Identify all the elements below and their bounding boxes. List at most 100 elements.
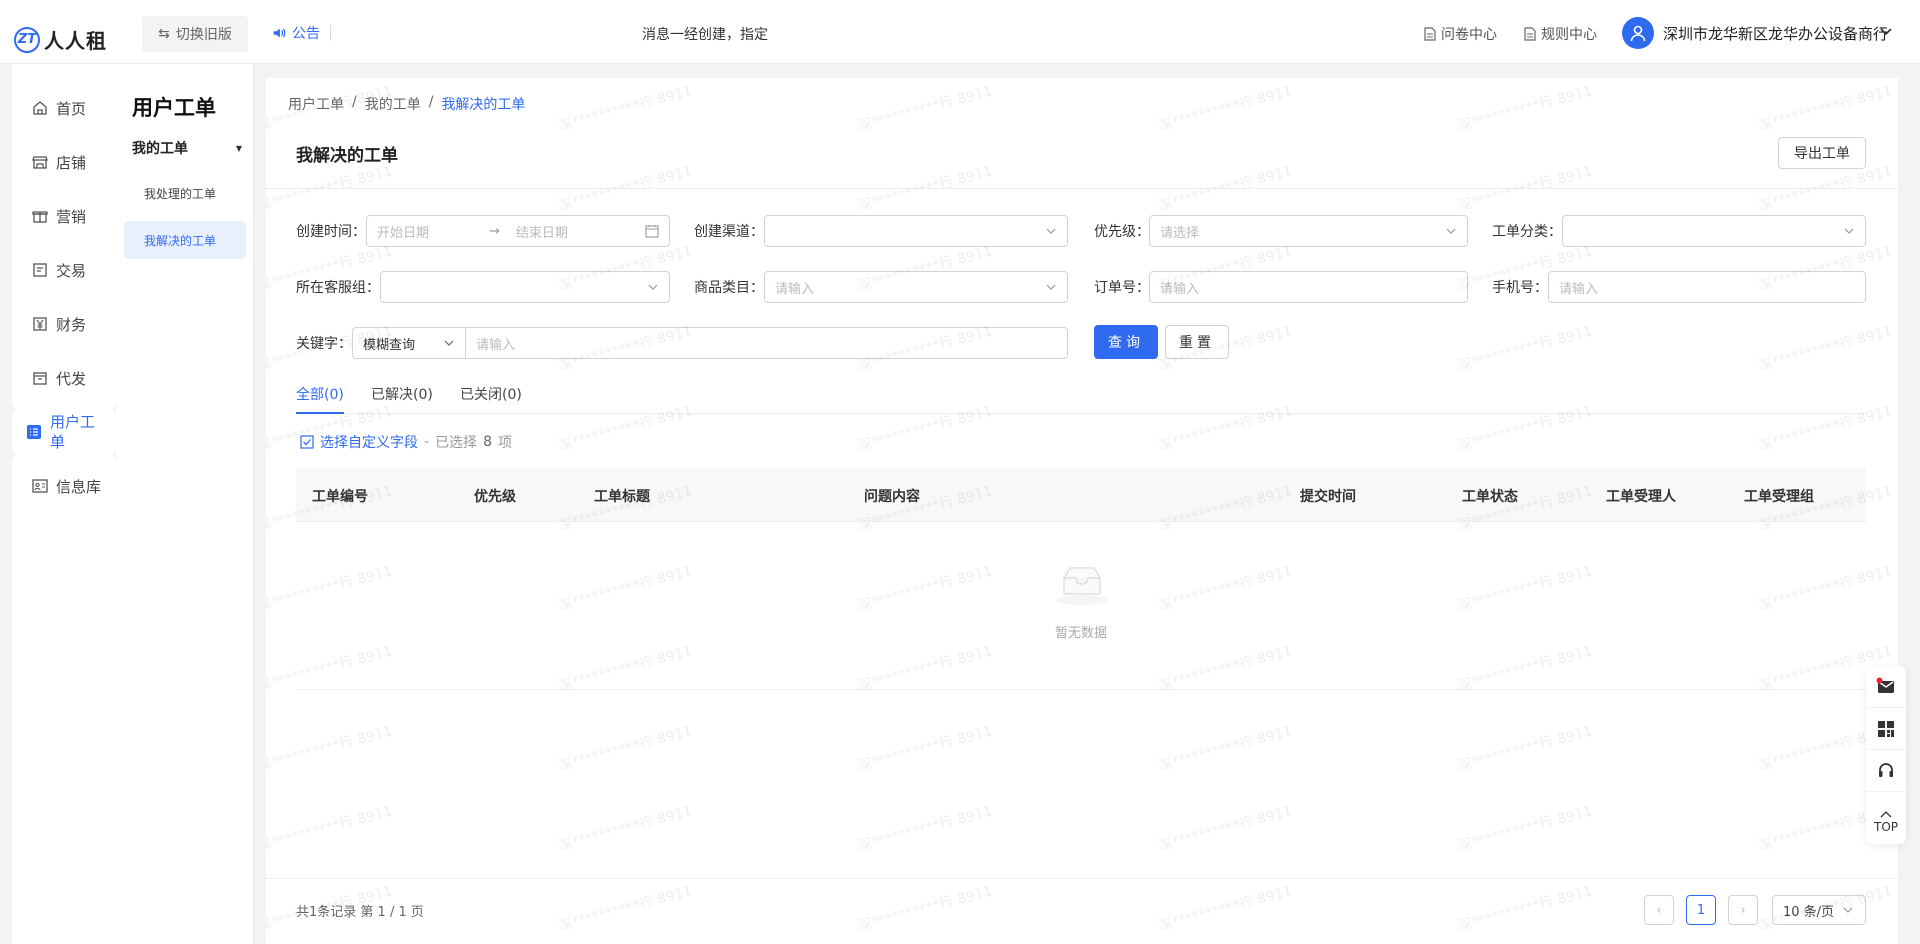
next-page-button[interactable]: › (1728, 895, 1758, 925)
chevron-down-icon (444, 340, 454, 346)
notice-button[interactable]: 公告 (272, 23, 320, 43)
custom-field-selector: 选择自定义字段 - 已选择 8 项 (300, 432, 512, 452)
category-select[interactable] (1562, 215, 1866, 247)
custom-field-sep: - (424, 434, 430, 450)
order-number-placeholder: 请输入 (1160, 281, 1200, 297)
sidebar-item-dropship[interactable]: 代发 (12, 358, 116, 398)
page-size-value: 10 条/页 (1783, 904, 1835, 920)
query-button[interactable]: 查询 (1094, 325, 1158, 359)
keyword-input[interactable]: 请输入 (465, 327, 1068, 359)
breadcrumb-item[interactable]: 用户工单 (288, 94, 344, 114)
pagination-total: 共1条记录 第 1 / 1 页 (296, 905, 424, 920)
column-priority: 优先级 (474, 489, 516, 505)
tab-resolved[interactable]: 已解决(0) (371, 384, 433, 414)
column-content: 问题内容 (864, 489, 920, 505)
avatar[interactable] (1622, 17, 1654, 49)
sidebar-item-store[interactable]: 店铺 (12, 142, 116, 182)
custom-field-link[interactable]: 选择自定义字段 (320, 432, 418, 452)
subnav-group-label: 我的工单 (132, 141, 188, 157)
subnav-item-resolved[interactable]: 我解决的工单 (124, 221, 246, 259)
service-group-label: 所在客服组： (296, 280, 380, 296)
status-tabs: 全部(0) 已解决(0) 已关闭(0) (296, 378, 1866, 414)
tab-closed[interactable]: 已关闭(0) (460, 384, 522, 414)
sidebar-item-label: 代发 (56, 369, 87, 388)
sidebar-item-user-tickets[interactable]: 用户工单 (12, 409, 116, 455)
goods-category-placeholder: 请输入 (775, 281, 815, 297)
breadcrumb-current: 我解决的工单 (441, 97, 526, 113)
order-number-input[interactable]: 请输入 (1149, 271, 1468, 303)
breadcrumb-sep: / (352, 94, 357, 110)
switch-version-button[interactable]: ⇆ 切换旧版 (142, 16, 248, 52)
page-size-select[interactable]: 10 条/页 (1772, 895, 1866, 925)
arrow-right-icon: → (489, 223, 500, 239)
column-title: 工单标题 (594, 489, 650, 505)
calendar-icon (645, 225, 659, 238)
logo-mark: ZT (14, 26, 40, 53)
sidebar-panel-bottom (12, 454, 116, 944)
phone-placeholder: 请输入 (1559, 281, 1599, 297)
finance-icon (33, 317, 47, 331)
sidebar-item-trade[interactable]: 交易 (12, 250, 116, 290)
list-icon (27, 425, 41, 439)
shop-name[interactable]: 深圳市龙华新区龙华办公设备商行 (1663, 23, 1888, 44)
phone-input[interactable]: 请输入 (1548, 271, 1866, 303)
info-icon (32, 479, 48, 493)
chevron-down-icon[interactable] (1878, 24, 1894, 40)
speaker-icon (273, 28, 286, 38)
page-number-button[interactable]: 1 (1686, 895, 1716, 925)
survey-center-link[interactable]: 问卷中心 (1424, 24, 1497, 44)
rules-center-link[interactable]: 规则中心 (1524, 24, 1597, 44)
service-group-select[interactable] (380, 271, 670, 303)
customer-service-button[interactable] (1866, 750, 1906, 792)
page-title: 我解决的工单 (296, 146, 398, 166)
channel-select[interactable] (764, 215, 1068, 247)
start-date-input[interactable]: 开始日期 (377, 222, 429, 241)
date-range-picker[interactable]: 开始日期 → 结束日期 (366, 215, 670, 247)
subnav-group-my-tickets[interactable]: 我的工单 ▼ (132, 138, 242, 158)
prev-page-button[interactable]: ‹ (1644, 895, 1674, 925)
reset-button[interactable]: 重置 (1165, 325, 1229, 359)
subnav-item-handled[interactable]: 我处理的工单 (124, 174, 246, 212)
sidebar-item-marketing[interactable]: 营销 (12, 196, 116, 236)
chevron-down-icon (1844, 228, 1854, 234)
custom-field-selected: 已选择 (435, 435, 478, 451)
survey-center-label: 问卷中心 (1441, 27, 1497, 43)
category-label: 工单分类： (1492, 224, 1562, 240)
checkbox-icon[interactable] (300, 435, 314, 449)
notice-marquee[interactable]: 消息一经创建，指定 (642, 24, 768, 44)
sidebar-item-home[interactable]: 首页 (12, 88, 116, 128)
sidebar-item-label: 信息库 (56, 477, 102, 496)
export-tickets-button[interactable]: 导出工单 (1778, 137, 1866, 169)
empty-text: 暂无数据 (1054, 626, 1107, 641)
apps-button[interactable] (1866, 708, 1906, 750)
back-to-top-label: TOP (1873, 820, 1898, 834)
table-header: 工单编号 优先级 工单标题 问题内容 提交时间 工单状态 工单受理人 工单受理组 (296, 468, 1866, 522)
chevron-right-icon: › (1740, 902, 1746, 918)
message-button[interactable] (1866, 666, 1906, 708)
document-icon (1424, 27, 1436, 41)
notice-label: 公告 (292, 26, 320, 42)
keyword-placeholder: 请输入 (476, 337, 516, 353)
column-ticket-id: 工单编号 (312, 489, 368, 505)
primary-sidebar: 首页 店铺 营销 交易 财务 代发 用户工单 信息库 (0, 64, 116, 944)
end-date-input[interactable]: 结束日期 (516, 222, 568, 241)
mail-icon (1876, 677, 1894, 693)
logo-text: 人人租 (44, 29, 107, 53)
tab-all[interactable]: 全部(0) (296, 384, 344, 414)
goods-category-select[interactable]: 请输入 (764, 271, 1068, 303)
sidebar-item-label: 店铺 (56, 153, 87, 172)
priority-select[interactable]: 请选择 (1149, 215, 1468, 247)
keyword-mode-select[interactable]: 模糊查询 (352, 327, 466, 359)
sidebar-item-info-library[interactable]: 信息库 (12, 466, 116, 506)
chevron-down-icon (1843, 907, 1853, 913)
back-to-top-button[interactable]: TOP (1866, 800, 1906, 844)
trade-icon (33, 263, 47, 277)
store-icon (32, 156, 48, 169)
breadcrumb-item[interactable]: 我的工单 (365, 94, 421, 114)
sidebar-item-label: 营销 (56, 207, 87, 226)
sidebar-item-finance[interactable]: 财务 (12, 304, 116, 344)
footer-divider (266, 878, 1898, 879)
logo[interactable]: ZT 人人租 (14, 25, 107, 54)
chevron-up-icon (1880, 811, 1892, 818)
secondary-sidebar: 用户工单 我的工单 ▼ 我处理的工单 我解决的工单 (116, 64, 254, 944)
